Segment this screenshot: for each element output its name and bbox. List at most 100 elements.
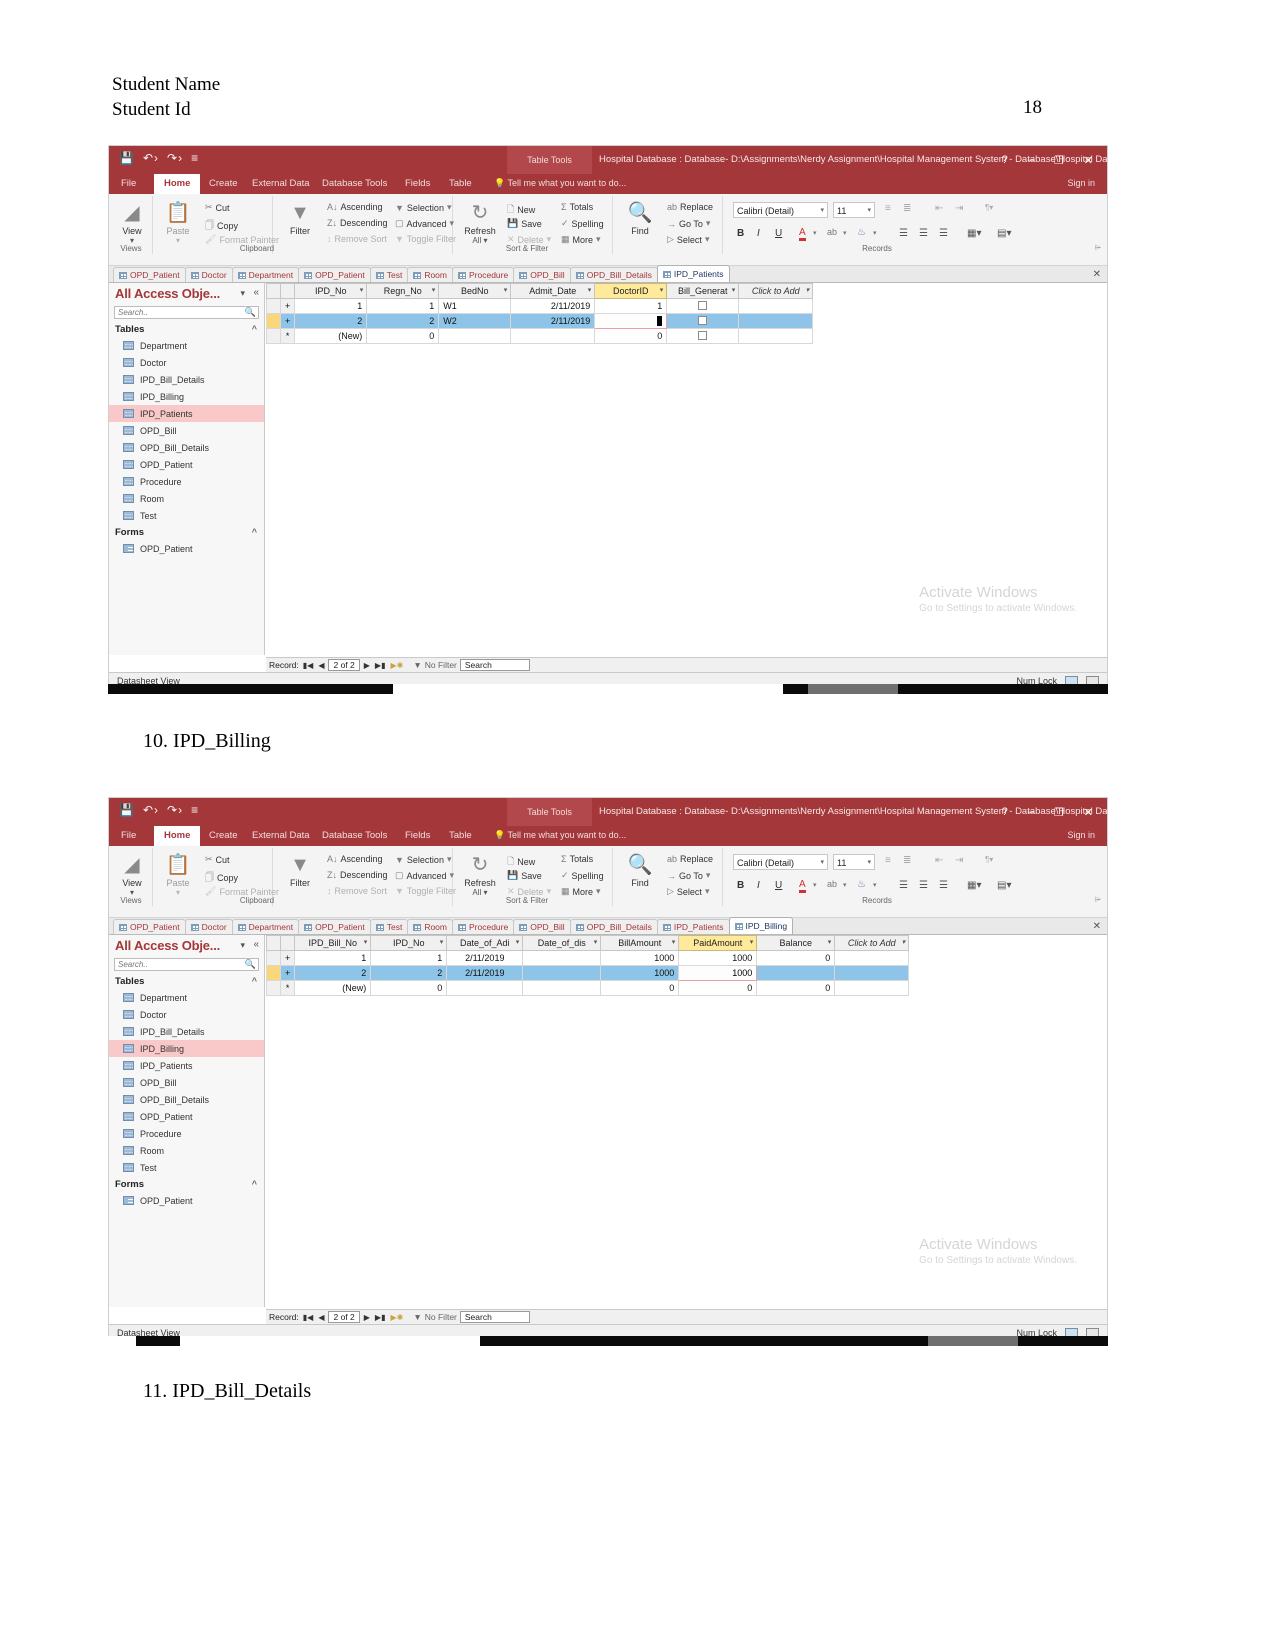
table-row[interactable]: + 2 2 2/11/2019 1000 1000 [266, 965, 910, 981]
row-expand-button[interactable]: + [279, 298, 296, 314]
nav-pane-collapse-icon[interactable]: « [253, 287, 259, 298]
cell-ipd-bill-no[interactable]: 2 [294, 965, 372, 981]
italic-button[interactable]: I [757, 228, 760, 239]
chevron-down-icon[interactable]: ▾ [873, 229, 877, 237]
cell-paidamount[interactable]: 1000 [678, 950, 758, 966]
chevron-down-icon[interactable]: ▾ [594, 938, 598, 946]
chevron-down-icon[interactable]: ▾ [672, 938, 676, 946]
nav-pane-menu-icon[interactable]: ▾ [240, 940, 245, 951]
sort-descending-button[interactable]: Z↓ Descending [327, 870, 388, 880]
doc-tab-room[interactable]: Room [407, 919, 453, 934]
paste-dropdown-arrow[interactable]: ▾ [155, 236, 201, 245]
datasheet-search-box[interactable]: Search [459, 1311, 530, 1323]
chevron-down-icon[interactable]: ▾ [360, 286, 364, 294]
nav-item-form-opd-patient[interactable]: OPD_Patient [109, 1192, 264, 1209]
previous-record-button[interactable]: ◀ [317, 1313, 325, 1322]
doc-tab-opd-bill[interactable]: OPD_Bill [513, 919, 571, 934]
new-record-marker[interactable]: * [279, 328, 296, 344]
background-color-button[interactable]: ♨ [857, 879, 866, 890]
chevron-down-icon[interactable]: ▾ [364, 938, 368, 946]
cell-ipd-no[interactable]: 1 [370, 950, 448, 966]
cell-ipd-bill-no[interactable]: 1 [294, 950, 372, 966]
quick-access-toolbar[interactable]: 💾 ↶ › ↷ › ≡ [119, 803, 198, 817]
col-doctorid[interactable]: DoctorID ▾ [594, 283, 668, 299]
nav-item-department[interactable]: Department [109, 989, 264, 1006]
save-record-button[interactable]: 💾 Save [507, 870, 542, 881]
cell-ipd-no[interactable]: 2 [370, 965, 448, 981]
sort-ascending-button[interactable]: A↓ Ascending [327, 854, 383, 864]
toggle-filter-button[interactable]: ▼ Toggle Filter [395, 234, 456, 244]
help-button[interactable]: ? [1002, 806, 1008, 818]
tab-table[interactable]: Table [449, 830, 472, 841]
nav-item-ipd-patients[interactable]: IPD_Patients [109, 1057, 264, 1074]
cell-bill-generated[interactable] [666, 328, 740, 344]
col-bedno[interactable]: BedNo ▾ [438, 283, 512, 299]
cell-paidamount[interactable]: 0 [678, 980, 758, 996]
replace-button[interactable]: ab Replace [667, 854, 713, 864]
tab-table[interactable]: Table [449, 178, 472, 189]
remove-sort-button[interactable]: ↕ Remove Sort [327, 234, 387, 244]
filter-button[interactable]: ▼ Filter [277, 852, 323, 888]
gridlines-button[interactable]: ▤▾ [997, 228, 1011, 239]
chevron-down-icon[interactable]: ▾ [447, 854, 452, 865]
cell-bedno[interactable]: W1 [438, 298, 512, 314]
italic-button[interactable]: I [757, 880, 760, 891]
first-record-button[interactable]: ▮◀ [302, 1313, 315, 1322]
row-expand-button[interactable]: + [279, 950, 296, 966]
delete-record-button[interactable]: ✕ Delete ▾ [507, 234, 551, 245]
nav-item-doctor[interactable]: Doctor [109, 1006, 264, 1023]
find-button[interactable]: 🔍 Find [617, 200, 663, 236]
chevron-down-icon[interactable]: ▾ [596, 886, 601, 897]
chevron-up-icon[interactable]: ^ [252, 1179, 257, 1189]
tab-home[interactable]: Home [154, 826, 201, 846]
nav-item-test[interactable]: Test [109, 507, 264, 524]
tab-file[interactable]: File [121, 830, 136, 841]
nav-group-tables[interactable]: Tables ^ [109, 321, 264, 337]
view-button[interactable]: ◢ View ▾ [109, 200, 155, 245]
chevron-down-icon[interactable]: ▾ [705, 234, 710, 245]
chevron-down-icon[interactable]: ▾ [447, 202, 452, 213]
nav-search-box[interactable]: Search.. 🔍 [114, 306, 259, 319]
doc-tab-procedure[interactable]: Procedure [452, 267, 515, 282]
cell-balance[interactable]: 0 [756, 950, 836, 966]
copy-button[interactable]: 🗍 Copy [205, 218, 238, 234]
cell-ipd-no[interactable]: 2 [294, 313, 368, 329]
table-row[interactable]: + 1 1 2/11/2019 1000 1000 0 [266, 950, 910, 966]
tell-me-box[interactable]: 💡 Tell me what you want to do... [494, 830, 626, 841]
cell-balance[interactable] [756, 965, 836, 981]
cell-billamount[interactable]: 1000 [600, 965, 680, 981]
view-button[interactable]: ◢ View ▾ [109, 852, 155, 897]
last-record-button[interactable]: ▶▮ [374, 661, 387, 670]
doc-tab-ipd-billing[interactable]: IPD_Billing [728, 917, 794, 934]
table-row[interactable]: + 2 2 W2 2/11/2019 [266, 313, 814, 329]
cell-billamount[interactable]: 0 [600, 980, 680, 996]
gridlines-button[interactable]: ▤▾ [997, 880, 1011, 891]
cell-bill-generated[interactable] [666, 313, 740, 329]
record-position[interactable]: 2 of 2 [328, 1311, 360, 1323]
row-expand-button[interactable]: + [279, 313, 296, 329]
totals-button[interactable]: Σ Totals [561, 854, 593, 864]
copy-button[interactable]: 🗍 Copy [205, 870, 238, 886]
table-row[interactable]: + 1 1 W1 2/11/2019 1 [266, 298, 814, 314]
spelling-button[interactable]: ✓ Spelling [561, 870, 604, 881]
toggle-filter-button[interactable]: ▼ Toggle Filter [395, 886, 456, 896]
record-navigator[interactable]: Record: ▮◀ ◀ 2 of 2 ▶ ▶▮ ▶✱ ▼ No Filter S… [266, 657, 1107, 672]
cell-bill-generated[interactable] [666, 298, 740, 314]
bullets-icon[interactable]: ≡ [885, 203, 891, 214]
save-icon[interactable]: 💾 [119, 151, 134, 165]
nav-item-test[interactable]: Test [109, 1159, 264, 1176]
restore-button[interactable]: ❐ [1054, 806, 1064, 819]
align-left-button[interactable]: ☰ [899, 880, 908, 891]
minimize-button[interactable]: – [1028, 806, 1034, 818]
record-navigator[interactable]: Record: ▮◀ ◀ 2 of 2 ▶ ▶▮ ▶✱ ▼ No Filter S… [266, 1309, 1107, 1324]
nav-item-ipd-bill-details[interactable]: IPD_Bill_Details [109, 1023, 264, 1040]
doc-tab-opd-patient[interactable]: OPD_Patient [298, 267, 371, 282]
selection-button[interactable]: ▼ Selection ▾ [395, 202, 451, 213]
chevron-down-icon[interactable]: ▾ [706, 870, 711, 881]
text-direction-icon[interactable]: ¶▾ [985, 855, 993, 864]
increase-indent-icon[interactable]: ⇥ [955, 855, 963, 866]
chevron-down-icon[interactable]: ▾ [660, 286, 664, 294]
decrease-indent-icon[interactable]: ⇤ [935, 855, 943, 866]
refresh-all-button[interactable]: ↻ Refresh All ▾ [457, 852, 503, 897]
cell-admit-date[interactable]: 2/11/2019 [510, 298, 596, 314]
